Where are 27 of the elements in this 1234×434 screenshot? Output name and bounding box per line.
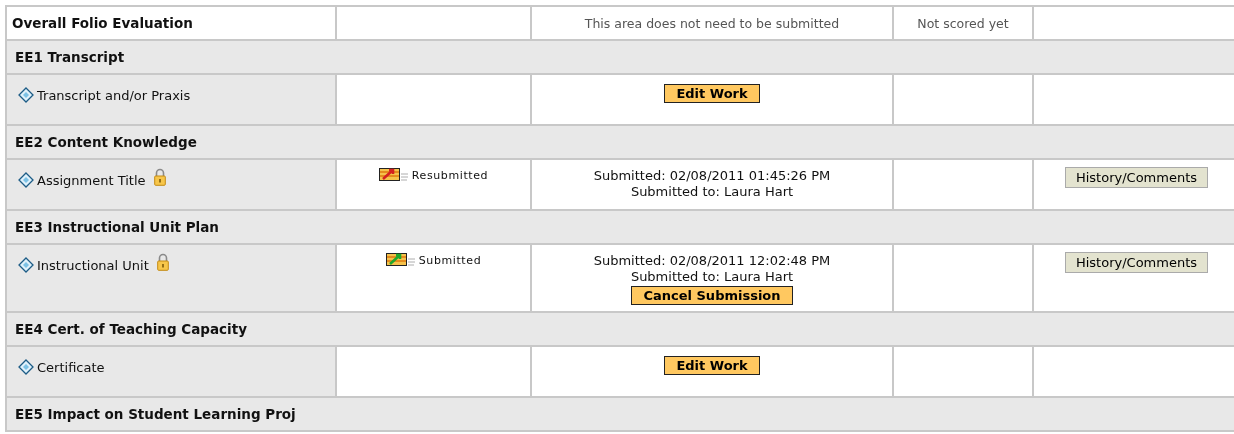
assignment-name[interactable]: Certificate [37,359,105,375]
history-comments-button[interactable]: History/Comments [1064,167,1209,188]
section-title: EE2 Content Knowledge [15,134,197,150]
folio-title: Overall Folio Evaluation [12,15,193,31]
assignment-icon [18,359,34,375]
submission-info: Submitted: 02/08/2011 12:02:48 PM [592,253,832,269]
section-title: EE5 Impact on Student Learning Proj [15,406,296,422]
assignment-name[interactable]: Assignment Title [37,172,146,188]
assignment-icon [18,172,34,188]
score-status: Not scored yet [917,15,1009,31]
section-title: EE1 Transcript [15,49,125,65]
history-comments-button[interactable]: History/Comments [1064,252,1209,273]
submission-info: Submitted: 02/08/2011 01:45:26 PM [592,168,832,184]
status-label: Submitted [418,253,482,267]
assignment-name[interactable]: Instructional Unit [37,257,149,273]
submission-info: Submitted to: Laura Hart [629,184,795,200]
submission-info: Submitted to: Laura Hart [629,269,795,285]
section-title: EE4 Cert. of Teaching Capacity [15,321,247,337]
assignment-icon [18,87,34,103]
status-label: Resubmitted [411,168,489,182]
section-title: EE3 Instructional Unit Plan [15,219,219,235]
submission-note: This area does not need to be submitted [584,15,840,31]
action-button[interactable]: Edit Work [664,356,760,375]
action-button[interactable]: Cancel Submission [631,286,793,305]
action-button[interactable]: Edit Work [664,84,760,103]
assignment-name[interactable]: Transcript and/or Praxis [37,87,191,103]
assignment-icon [18,257,34,273]
